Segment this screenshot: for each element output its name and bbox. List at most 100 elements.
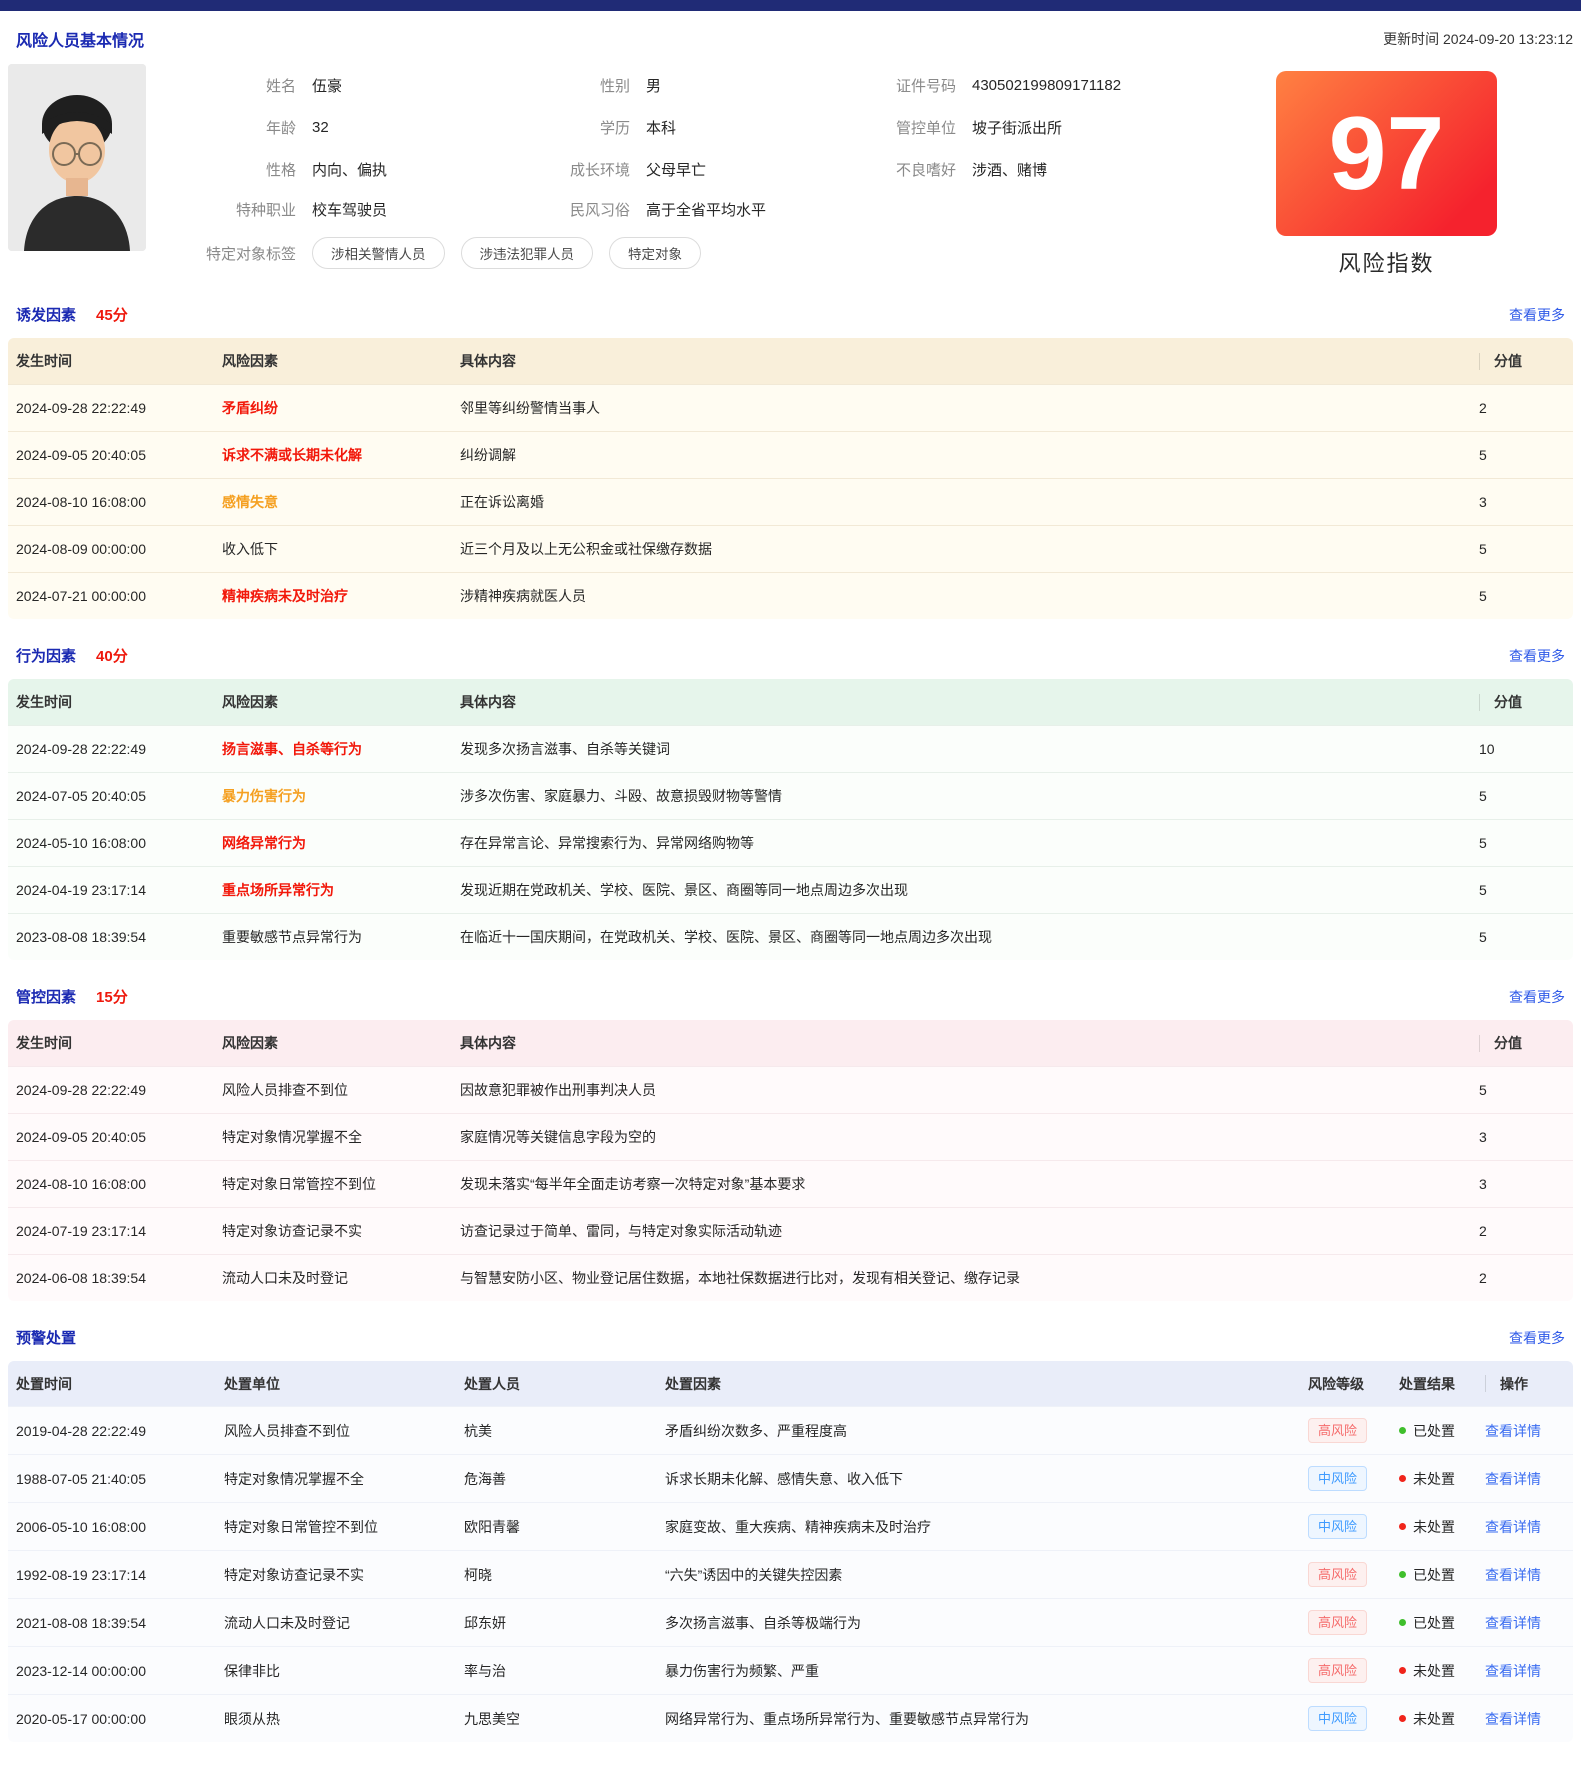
section-control-factors: 管控因素 15分 查看更多 发生时间 风险因素 具体内容 分值 2024-09-… bbox=[8, 986, 1573, 1301]
field-value: 校车驾驶员 bbox=[312, 199, 387, 220]
view-detail-link[interactable]: 查看详情 bbox=[1485, 1519, 1541, 1535]
cell-score: 2 bbox=[1463, 1270, 1573, 1286]
update-time: 更新时间 2024-09-20 13:23:12 bbox=[1383, 29, 1573, 49]
status-dot-icon bbox=[1399, 1715, 1406, 1722]
info-row: 姓名 伍豪 性别 男 证件号码 430502199809171182 bbox=[170, 64, 1260, 106]
disposal-table: 处置时间 处置单位 处置人员 处置因素 风险等级 处置结果 操作 2019-04… bbox=[8, 1361, 1573, 1742]
cell-risk-factor: 重点场所异常行为 bbox=[214, 880, 452, 900]
cell-time: 2024-07-19 23:17:14 bbox=[8, 1223, 214, 1239]
table-row: 2023-12-14 00:00:00 保律非比 率与治 暴力伤害行为频繁、严重… bbox=[8, 1646, 1573, 1694]
view-detail-link[interactable]: 查看详情 bbox=[1485, 1615, 1541, 1631]
column-header-score: 分值 bbox=[1463, 1033, 1573, 1053]
cell-action: 查看详情 bbox=[1477, 1421, 1573, 1441]
cell-risk-factor: 矛盾纠纷 bbox=[214, 398, 452, 418]
person-photo bbox=[8, 64, 146, 251]
cell-risk-level: 高风险 bbox=[1300, 1562, 1391, 1588]
table-header: 发生时间 风险因素 具体内容 分值 bbox=[8, 1020, 1573, 1066]
cell-risk-factor: 重要敏感节点异常行为 bbox=[214, 927, 452, 947]
column-header-content: 具体内容 bbox=[452, 692, 1463, 712]
cell-disposal-unit: 特定对象日常管控不到位 bbox=[216, 1517, 456, 1537]
view-detail-link[interactable]: 查看详情 bbox=[1485, 1711, 1541, 1727]
section-header: 诱发因素 45分 查看更多 bbox=[8, 304, 1573, 325]
field-label: 证件号码 bbox=[860, 75, 956, 96]
view-detail-link[interactable]: 查看详情 bbox=[1485, 1663, 1541, 1679]
section-title: 行为因素 bbox=[16, 645, 76, 666]
status-text: 未处置 bbox=[1413, 1661, 1455, 1681]
cell-risk-level: 中风险 bbox=[1300, 1514, 1391, 1540]
cell-disposal-person: 邱东妍 bbox=[456, 1613, 657, 1633]
cell-time: 2023-08-08 18:39:54 bbox=[8, 929, 214, 945]
cell-action: 查看详情 bbox=[1477, 1469, 1573, 1489]
cell-disposal-unit: 流动人口未及时登记 bbox=[216, 1613, 456, 1633]
table-row: 2024-09-05 20:40:05 诉求不满或长期未化解 纠纷调解 5 bbox=[8, 431, 1573, 478]
table-row: 2024-07-05 20:40:05 暴力伤害行为 涉多次伤害、家庭暴力、斗殴… bbox=[8, 772, 1573, 819]
field-value: 430502199809171182 bbox=[972, 77, 1121, 94]
cell-time: 2024-09-05 20:40:05 bbox=[8, 1129, 214, 1145]
cell-time: 2024-09-28 22:22:49 bbox=[8, 1082, 214, 1098]
cell-time: 2024-09-28 22:22:49 bbox=[8, 741, 214, 757]
cell-action: 查看详情 bbox=[1477, 1565, 1573, 1585]
cell-risk-factor: 暴力伤害行为 bbox=[214, 786, 452, 806]
cell-time: 2024-05-10 16:08:00 bbox=[8, 835, 214, 851]
column-header-content: 具体内容 bbox=[452, 1033, 1463, 1053]
cell-time: 2024-08-09 00:00:00 bbox=[8, 541, 214, 557]
cell-content: 涉精神疾病就医人员 bbox=[452, 586, 1463, 606]
table-row: 2024-06-08 18:39:54 流动人口未及时登记 与智慧安防小区、物业… bbox=[8, 1254, 1573, 1301]
column-header-score: 分值 bbox=[1463, 692, 1573, 712]
field-label: 性格 bbox=[170, 159, 296, 180]
table-row: 2024-05-10 16:08:00 网络异常行为 存在异常言论、异常搜索行为… bbox=[8, 819, 1573, 866]
cell-disposal-unit: 风险人员排查不到位 bbox=[216, 1421, 456, 1441]
cell-disposal-unit: 眼须从热 bbox=[216, 1709, 456, 1729]
cell-score: 5 bbox=[1463, 788, 1573, 804]
view-more-link[interactable]: 查看更多 bbox=[1509, 646, 1565, 666]
risk-level-badge: 高风险 bbox=[1308, 1610, 1367, 1636]
risk-level-badge: 中风险 bbox=[1308, 1706, 1367, 1732]
field-special-occupation: 特种职业 校车驾驶员 bbox=[170, 199, 530, 220]
cell-content: 发现未落实“每半年全面走访考察一次特定对象”基本要求 bbox=[452, 1174, 1463, 1194]
behavior-factors-table: 发生时间 风险因素 具体内容 分值 2024-09-28 22:22:49 扬言… bbox=[8, 679, 1573, 960]
cell-risk-level: 高风险 bbox=[1300, 1658, 1391, 1684]
cell-content: 近三个月及以上无公积金或社保缴存数据 bbox=[452, 539, 1463, 559]
cell-risk-factor: 特定对象日常管控不到位 bbox=[214, 1174, 452, 1194]
cell-risk-level: 高风险 bbox=[1300, 1418, 1391, 1444]
cell-disposal-factor: 家庭变故、重大疾病、精神疾病未及时治疗 bbox=[657, 1517, 1300, 1537]
field-name: 姓名 伍豪 bbox=[170, 75, 530, 96]
cell-content: 访查记录过于简单、雷同，与特定对象实际活动轨迹 bbox=[452, 1221, 1463, 1241]
column-header-disposal-factor: 处置因素 bbox=[657, 1374, 1300, 1394]
profile-block: 姓名 伍豪 性别 男 证件号码 430502199809171182 年龄 32 bbox=[8, 64, 1573, 278]
section-score: 45分 bbox=[96, 304, 128, 325]
field-personality: 性格 内向、偏执 bbox=[170, 159, 530, 180]
section-behavior-factors: 行为因素 40分 查看更多 发生时间 风险因素 具体内容 分值 2024-09-… bbox=[8, 645, 1573, 960]
cell-risk-factor: 收入低下 bbox=[214, 539, 452, 559]
status-text: 未处置 bbox=[1413, 1469, 1455, 1489]
person-photo-illustration bbox=[8, 64, 146, 251]
cell-time: 2024-08-10 16:08:00 bbox=[8, 494, 214, 510]
risk-level-badge: 高风险 bbox=[1308, 1658, 1367, 1684]
table-row: 2006-05-10 16:08:00 特定对象日常管控不到位 欧阳青馨 家庭变… bbox=[8, 1502, 1573, 1550]
cell-disposal-time: 2006-05-10 16:08:00 bbox=[8, 1519, 216, 1535]
cell-score: 5 bbox=[1463, 835, 1573, 851]
cell-result: 已处置 bbox=[1391, 1421, 1477, 1441]
cell-score: 3 bbox=[1463, 1129, 1573, 1145]
cell-risk-level: 中风险 bbox=[1300, 1706, 1391, 1732]
view-more-link[interactable]: 查看更多 bbox=[1509, 987, 1565, 1007]
column-header-action: 操作 bbox=[1477, 1374, 1573, 1394]
cell-disposal-unit: 保律非比 bbox=[216, 1661, 456, 1681]
cell-risk-factor: 特定对象访查记录不实 bbox=[214, 1221, 452, 1241]
cell-result: 已处置 bbox=[1391, 1565, 1477, 1585]
risk-level-badge: 高风险 bbox=[1308, 1418, 1367, 1444]
cell-content: 因故意犯罪被作出刑事判决人员 bbox=[452, 1080, 1463, 1100]
cell-disposal-factor: 网络异常行为、重点场所异常行为、重要敏感节点异常行为 bbox=[657, 1709, 1300, 1729]
field-value: 高于全省平均水平 bbox=[646, 199, 766, 220]
view-detail-link[interactable]: 查看详情 bbox=[1485, 1423, 1541, 1439]
view-detail-link[interactable]: 查看详情 bbox=[1485, 1567, 1541, 1583]
risk-level-badge: 中风险 bbox=[1308, 1466, 1367, 1492]
table-row: 2024-07-21 00:00:00 精神疾病未及时治疗 涉精神疾病就医人员 … bbox=[8, 572, 1573, 619]
view-more-link[interactable]: 查看更多 bbox=[1509, 305, 1565, 325]
field-value: 伍豪 bbox=[312, 75, 342, 96]
table-row: 2024-08-09 00:00:00 收入低下 近三个月及以上无公积金或社保缴… bbox=[8, 525, 1573, 572]
view-detail-link[interactable]: 查看详情 bbox=[1485, 1471, 1541, 1487]
field-label: 学历 bbox=[530, 117, 630, 138]
field-value: 32 bbox=[312, 119, 329, 136]
view-more-link[interactable]: 查看更多 bbox=[1509, 1328, 1565, 1348]
